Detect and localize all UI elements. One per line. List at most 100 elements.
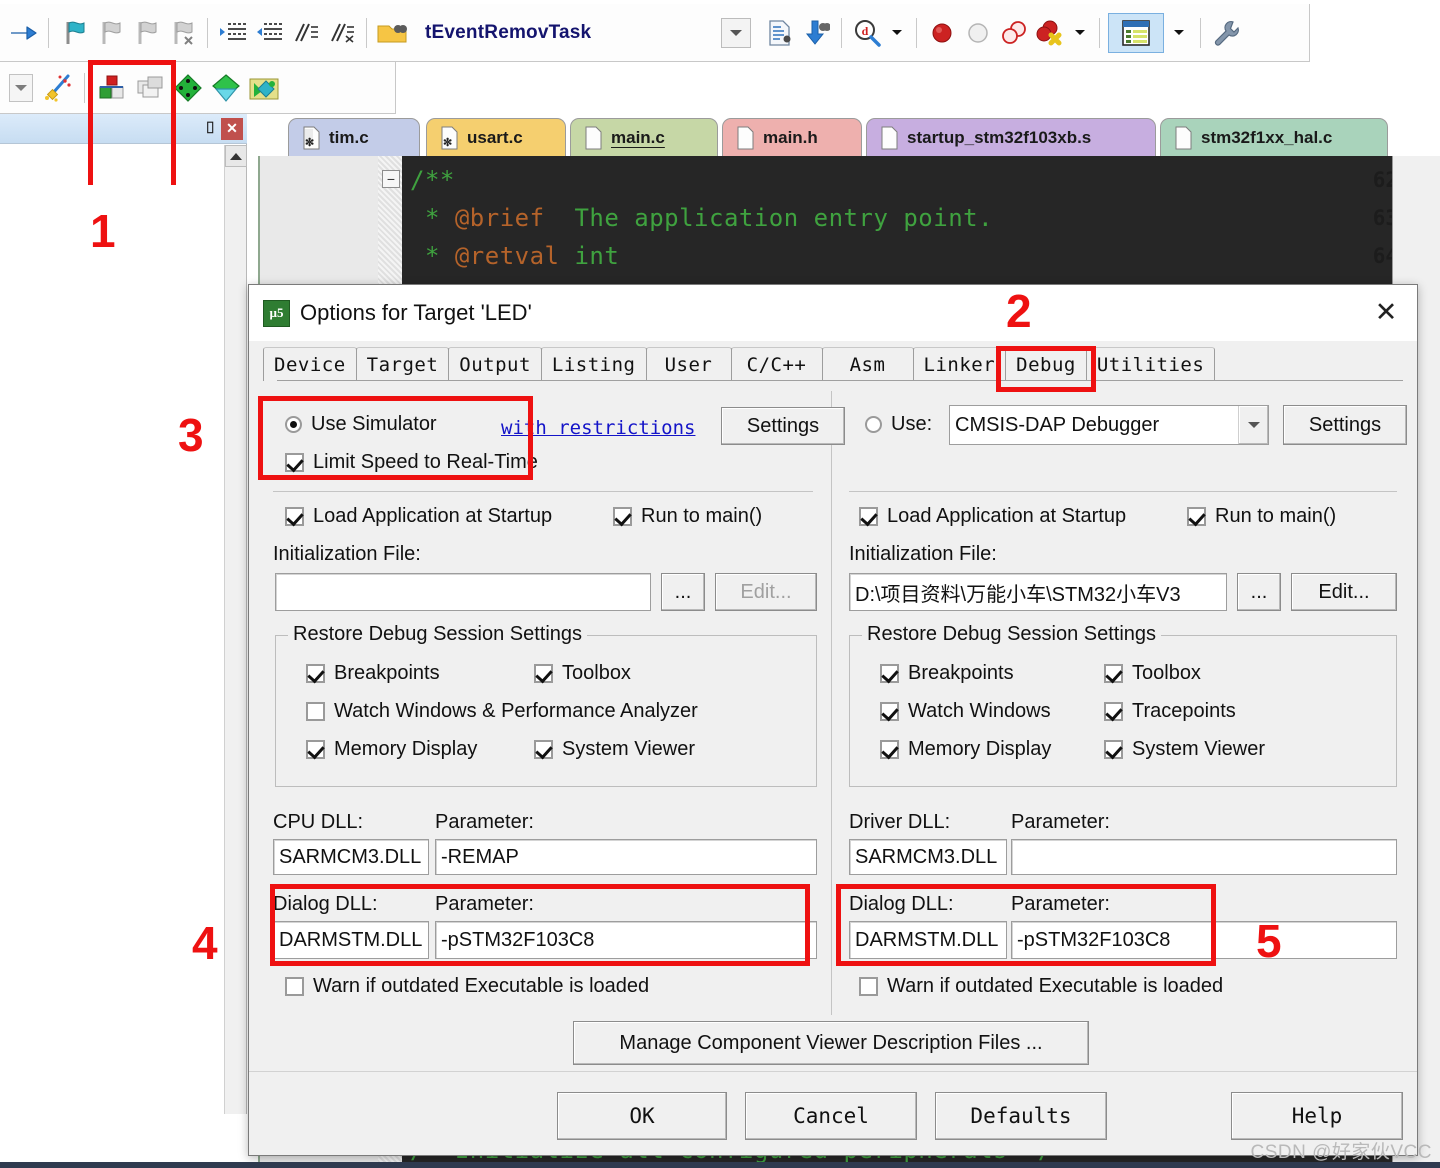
chevron-down-icon[interactable] <box>1238 406 1268 444</box>
editor-tab-startup-s[interactable]: startup_stm32f103xb.s <box>866 118 1156 156</box>
editor-tab-tim-c[interactable]: ✼ tim.c <box>288 118 420 156</box>
cpu-dll-input[interactable]: SARMCM3.DLL <box>273 839 429 875</box>
restore-watch-windows-dbg[interactable]: Watch Windows <box>880 700 1051 723</box>
manage-component-viewer-button[interactable]: Manage Component Viewer Description File… <box>573 1021 1089 1065</box>
defaults-button[interactable]: Defaults <box>935 1092 1107 1140</box>
load-app-checkbox-sim[interactable]: Load Application at Startup <box>285 505 552 528</box>
close-icon[interactable]: ✕ <box>1369 297 1403 327</box>
configure-wizard-icon[interactable] <box>1209 16 1243 50</box>
restore-memory-display-dbg[interactable]: Memory Display <box>880 738 1051 761</box>
restore-watch-windows-sim[interactable]: Watch Windows & Performance Analyzer <box>306 700 698 723</box>
ok-button[interactable]: OK <box>557 1092 727 1140</box>
disabled-breakpoint-icon[interactable] <box>961 16 995 50</box>
breakpoints-icon[interactable] <box>997 16 1031 50</box>
build-target-icon[interactable] <box>95 71 129 105</box>
tab-cpp[interactable]: C/C++ <box>730 347 823 381</box>
step-into-icon[interactable] <box>6 16 40 50</box>
kill-breakpoints-icon[interactable] <box>1033 16 1067 50</box>
comment-icon[interactable] <box>288 16 322 50</box>
cancel-button[interactable]: Cancel <box>745 1092 917 1140</box>
batch-build-icon[interactable] <box>133 71 167 105</box>
debug-search-icon[interactable]: d <box>850 16 884 50</box>
breakpoint-icon[interactable] <box>925 16 959 50</box>
manage-run-icon[interactable] <box>209 71 243 105</box>
init-file-browse-button-dbg[interactable]: ... <box>1237 573 1281 611</box>
restore-system-viewer-sim[interactable]: System Viewer <box>534 738 695 761</box>
restore-breakpoints-sim[interactable]: Breakpoints <box>306 662 440 685</box>
warn-outdated-checkbox-dbg[interactable]: Warn if outdated Executable is loaded <box>859 975 1223 998</box>
with-restrictions-link[interactable]: with restrictions <box>501 417 695 439</box>
load-app-checkbox-dbg[interactable]: Load Application at Startup <box>859 505 1126 528</box>
restore-tracepoints-dbg[interactable]: Tracepoints <box>1104 700 1236 723</box>
restore-item-label: Breakpoints <box>334 662 440 684</box>
limit-speed-checkbox[interactable]: Limit Speed to Real-Time <box>285 451 538 474</box>
magic-wand-icon[interactable] <box>40 71 74 105</box>
driver-parameter-input[interactable] <box>1011 839 1397 875</box>
editor-tab-main-c[interactable]: main.c <box>570 118 718 156</box>
breakpoints-dropdown-icon[interactable] <box>1069 16 1091 50</box>
tab-user[interactable]: User <box>645 347 732 381</box>
editor-tab-main-h[interactable]: main.h <box>722 118 862 156</box>
init-file-edit-button-dbg[interactable]: Edit... <box>1291 573 1397 611</box>
dialog-dll-input-sim[interactable]: DARMSTM.DLL <box>273 921 429 959</box>
tab-listing[interactable]: Listing <box>540 347 647 381</box>
use-simulator-radio[interactable]: Use Simulator <box>285 413 437 436</box>
pin-icon[interactable]: ⌷ <box>205 120 215 138</box>
target-combo[interactable]: tEventRemovTask <box>419 15 719 51</box>
cpu-parameter-input[interactable]: -REMAP <box>435 839 817 875</box>
manage-project-icon[interactable] <box>171 71 205 105</box>
outdent-icon[interactable] <box>252 16 286 50</box>
restore-item-label: Memory Display <box>908 738 1052 760</box>
dialog-parameter-input-dbg[interactable]: -pSTM32F103C8 <box>1011 921 1397 959</box>
uncomment-icon[interactable] <box>324 16 358 50</box>
restore-system-viewer-dbg[interactable]: System Viewer <box>1104 738 1265 761</box>
fold-toggle-icon[interactable]: − <box>382 170 400 188</box>
init-file-input-sim[interactable] <box>275 573 651 611</box>
file-options-icon[interactable] <box>763 16 797 50</box>
init-file-browse-button-sim[interactable]: ... <box>661 573 705 611</box>
tab-device[interactable]: Device <box>263 347 357 381</box>
indent-icon[interactable] <box>216 16 250 50</box>
find-in-files-icon[interactable] <box>799 16 833 50</box>
bookmark-icon[interactable] <box>57 16 91 50</box>
tab-target[interactable]: Target <box>355 347 450 381</box>
tab-output[interactable]: Output <box>448 347 542 381</box>
restore-item-label: Watch Windows <box>908 700 1051 722</box>
simulator-settings-button[interactable]: Settings <box>721 407 845 445</box>
restore-breakpoints-dbg[interactable]: Breakpoints <box>880 662 1014 685</box>
annotation-number-4: 4 <box>192 917 218 969</box>
restore-toolbox-dbg[interactable]: Toolbox <box>1104 662 1201 685</box>
tab-asm[interactable]: Asm <box>821 347 914 381</box>
target-dropdown-icon[interactable] <box>721 17 751 48</box>
init-file-input-dbg[interactable]: D:\项目资料\万能小车\STM32小车V3 <box>849 573 1227 611</box>
use-debugger-radio[interactable]: Use: <box>865 413 932 436</box>
dropdown-icon[interactable] <box>6 71 36 105</box>
project-scrollbar[interactable] <box>224 145 247 1114</box>
bookmark-next-icon[interactable] <box>93 16 127 50</box>
run-to-main-checkbox-sim[interactable]: Run to main() <box>613 505 762 528</box>
bookmark-prev-icon[interactable] <box>129 16 163 50</box>
editor-tab-hal-c[interactable]: stm32f1xx_hal.c <box>1160 118 1388 156</box>
dialog-dll-input-dbg[interactable]: DARMSTM.DLL <box>849 921 1007 959</box>
close-icon[interactable]: ✕ <box>221 117 243 140</box>
pack-installer-icon[interactable] <box>247 71 281 105</box>
open-file-icon[interactable] <box>375 16 409 50</box>
window-layout-icon[interactable] <box>1108 12 1164 53</box>
help-button[interactable]: Help <box>1231 1092 1403 1140</box>
restore-memory-display-sim[interactable]: Memory Display <box>306 738 477 761</box>
debugger-settings-button[interactable]: Settings <box>1283 405 1407 445</box>
tab-utilities[interactable]: Utilities <box>1085 347 1216 381</box>
run-to-main-checkbox-dbg[interactable]: Run to main() <box>1187 505 1336 528</box>
debugger-select[interactable]: CMSIS-DAP Debugger <box>949 405 1269 445</box>
window-layout-dropdown-icon[interactable] <box>1166 16 1192 50</box>
bookmark-clear-icon[interactable] <box>165 16 199 50</box>
scroll-up-icon[interactable] <box>225 145 247 167</box>
restore-toolbox-sim[interactable]: Toolbox <box>534 662 631 685</box>
warn-outdated-checkbox-sim[interactable]: Warn if outdated Executable is loaded <box>285 975 649 998</box>
driver-dll-input[interactable]: SARMCM3.DLL <box>849 839 1007 875</box>
tab-debug[interactable]: Debug <box>1005 347 1087 381</box>
tab-linker[interactable]: Linker <box>912 347 1007 381</box>
dialog-parameter-input-sim[interactable]: -pSTM32F103C8 <box>435 921 817 959</box>
debug-search-dropdown-icon[interactable] <box>886 16 908 50</box>
editor-tab-usart-c[interactable]: ✼ usart.c <box>426 118 566 156</box>
